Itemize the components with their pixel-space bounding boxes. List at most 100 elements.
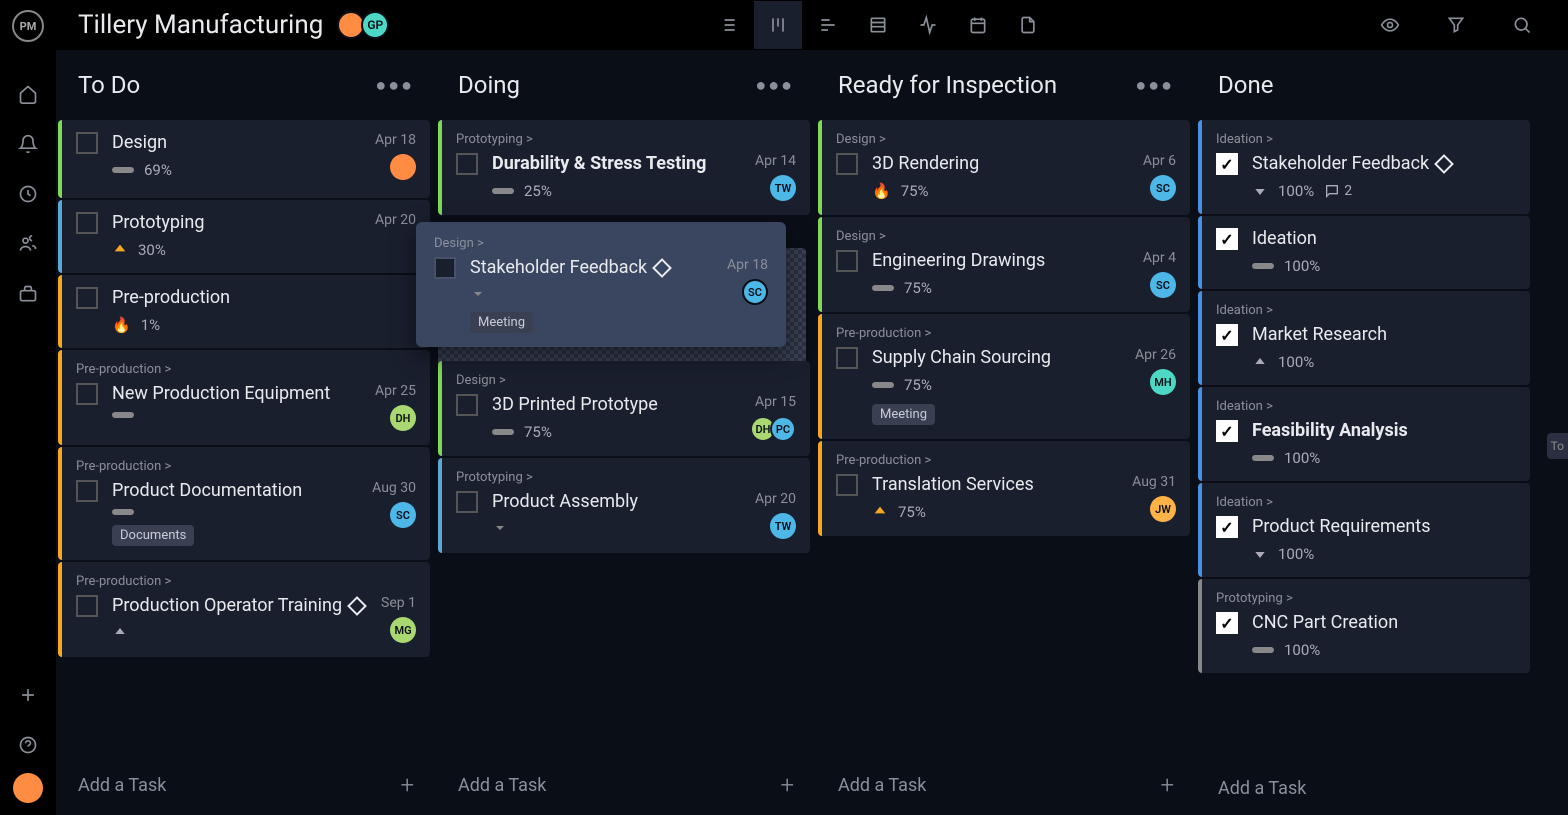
- assignee-avatar[interactable]: SC: [1150, 272, 1176, 298]
- column-menu-icon[interactable]: ●●●: [755, 75, 794, 96]
- milestone-icon: [1434, 154, 1454, 174]
- task-checkbox[interactable]: [76, 287, 98, 309]
- bell-icon[interactable]: [6, 122, 50, 166]
- task-card[interactable]: Pre-production 🔥 1%: [58, 275, 430, 348]
- card-title: Ideation: [1252, 228, 1516, 249]
- assignee-avatar[interactable]: TW: [770, 175, 796, 201]
- task-card[interactable]: Design 69% Apr 18: [58, 120, 430, 198]
- add-task-button[interactable]: Add a Task: [1196, 762, 1536, 815]
- calendar-view-icon[interactable]: [954, 1, 1002, 49]
- gantt-view-icon[interactable]: [804, 1, 852, 49]
- task-checkbox[interactable]: [1216, 612, 1238, 634]
- comment-icon[interactable]: 2: [1324, 183, 1352, 199]
- task-checkbox[interactable]: [456, 153, 478, 175]
- task-checkbox[interactable]: [1216, 228, 1238, 250]
- task-checkbox[interactable]: [1216, 516, 1238, 538]
- task-card[interactable]: Pre-production > Product Documentation D…: [58, 447, 430, 560]
- task-card[interactable]: Prototyping 30% Apr 20: [58, 200, 430, 273]
- task-checkbox[interactable]: [836, 250, 858, 272]
- assignee-avatar[interactable]: TW: [770, 513, 796, 539]
- task-checkbox[interactable]: [836, 347, 858, 369]
- card-date: Apr 14: [755, 153, 796, 169]
- column-menu-icon[interactable]: ●●●: [1135, 75, 1174, 96]
- card-progress: 100%: [1284, 641, 1320, 659]
- assignee-avatar[interactable]: PC: [770, 416, 796, 442]
- card-title: Stakeholder Feedback: [470, 257, 727, 278]
- add-task-button[interactable]: Add a Task +: [56, 755, 436, 815]
- home-icon[interactable]: [6, 72, 50, 116]
- sheet-view-icon[interactable]: [854, 1, 902, 49]
- card-title: Engineering Drawings: [872, 250, 1143, 271]
- board-view-icon[interactable]: [754, 1, 802, 49]
- card-progress: 30%: [138, 241, 166, 259]
- assignee-avatar[interactable]: MH: [1150, 369, 1176, 395]
- assignee-avatar[interactable]: JW: [1150, 496, 1176, 522]
- task-checkbox[interactable]: [1216, 153, 1238, 175]
- file-view-icon[interactable]: [1004, 1, 1052, 49]
- assignee-avatar[interactable]: SC: [742, 279, 768, 305]
- task-card[interactable]: Design > 3D Printed Prototype 75% Apr 15…: [438, 361, 810, 456]
- column-doing: Doing ●●● Prototyping > Durability & Str…: [436, 50, 816, 815]
- task-card[interactable]: Pre-production > Production Operator Tra…: [58, 562, 430, 657]
- task-card[interactable]: Pre-production > Supply Chain Sourcing 7…: [818, 314, 1190, 439]
- add-task-button[interactable]: Add a Task +: [816, 755, 1196, 815]
- column-title: Doing: [458, 71, 520, 99]
- list-view-icon[interactable]: [704, 1, 752, 49]
- priority-bar-icon: [112, 167, 134, 173]
- task-checkbox[interactable]: [76, 383, 98, 405]
- card-breadcrumb: Pre-production >: [76, 459, 416, 474]
- arrow-up-icon: [872, 504, 888, 520]
- column-menu-icon[interactable]: ●●●: [375, 75, 414, 96]
- avatar[interactable]: GP: [361, 11, 389, 39]
- plus-icon: +: [400, 771, 414, 799]
- card-breadcrumb: Pre-production >: [76, 362, 416, 377]
- assignee-avatar[interactable]: SC: [1150, 175, 1176, 201]
- task-card[interactable]: Prototyping > Product Assembly Apr 20TW: [438, 458, 810, 553]
- app-logo[interactable]: PM: [12, 10, 44, 42]
- task-checkbox[interactable]: [76, 595, 98, 617]
- clock-icon[interactable]: [6, 172, 50, 216]
- task-checkbox[interactable]: [76, 212, 98, 234]
- task-card[interactable]: Prototyping > Durability & Stress Testin…: [438, 120, 810, 215]
- eye-icon[interactable]: [1366, 1, 1414, 49]
- task-checkbox[interactable]: [434, 257, 456, 279]
- task-checkbox[interactable]: [456, 394, 478, 416]
- task-checkbox[interactable]: [836, 474, 858, 496]
- assignee-avatar[interactable]: SC: [390, 502, 416, 528]
- filter-icon[interactable]: [1432, 1, 1480, 49]
- search-icon[interactable]: [1498, 1, 1546, 49]
- project-title: Tillery Manufacturing: [78, 10, 323, 40]
- priority-bar-icon: [1252, 263, 1274, 269]
- task-checkbox[interactable]: [76, 132, 98, 154]
- task-card[interactable]: Ideation > Product Requirements 100%: [1198, 483, 1530, 577]
- add-task-button[interactable]: Add a Task +: [436, 755, 816, 815]
- add-icon[interactable]: [6, 673, 50, 717]
- milestone-icon: [652, 258, 672, 278]
- task-card[interactable]: Ideation 100%: [1198, 216, 1530, 289]
- task-card[interactable]: Design > Engineering Drawings 75% Apr 4S…: [818, 217, 1190, 312]
- task-card[interactable]: Ideation > Market Research 100%: [1198, 291, 1530, 385]
- task-card[interactable]: Ideation > Stakeholder Feedback 100% 2: [1198, 120, 1530, 214]
- card-progress: 75%: [904, 279, 932, 297]
- assignee-avatar[interactable]: DH: [390, 405, 416, 431]
- assignee-avatar[interactable]: MG: [390, 617, 416, 643]
- activity-icon[interactable]: [904, 1, 952, 49]
- task-checkbox[interactable]: [456, 491, 478, 513]
- task-checkbox[interactable]: [1216, 324, 1238, 346]
- dragging-card[interactable]: Design > Stakeholder Feedback Meeting: [416, 222, 786, 347]
- task-card[interactable]: Pre-production > New Production Equipmen…: [58, 350, 430, 445]
- task-card[interactable]: Design > 3D Rendering 🔥 75% Apr 6SC: [818, 120, 1190, 215]
- assignee-avatar[interactable]: [390, 154, 416, 180]
- briefcase-icon[interactable]: [6, 272, 50, 316]
- task-checkbox[interactable]: [836, 153, 858, 175]
- task-card[interactable]: Prototyping > CNC Part Creation 100%: [1198, 579, 1530, 673]
- user-avatar[interactable]: [13, 773, 43, 803]
- task-checkbox[interactable]: [1216, 420, 1238, 442]
- help-icon[interactable]: [6, 723, 50, 767]
- card-date: Apr 15: [755, 394, 796, 410]
- task-card[interactable]: Pre-production > Translation Services 75…: [818, 441, 1190, 536]
- task-card[interactable]: Ideation > Feasibility Analysis 100%: [1198, 387, 1530, 481]
- people-icon[interactable]: [6, 222, 50, 266]
- team-avatars[interactable]: GP: [341, 11, 389, 39]
- task-checkbox[interactable]: [76, 480, 98, 502]
